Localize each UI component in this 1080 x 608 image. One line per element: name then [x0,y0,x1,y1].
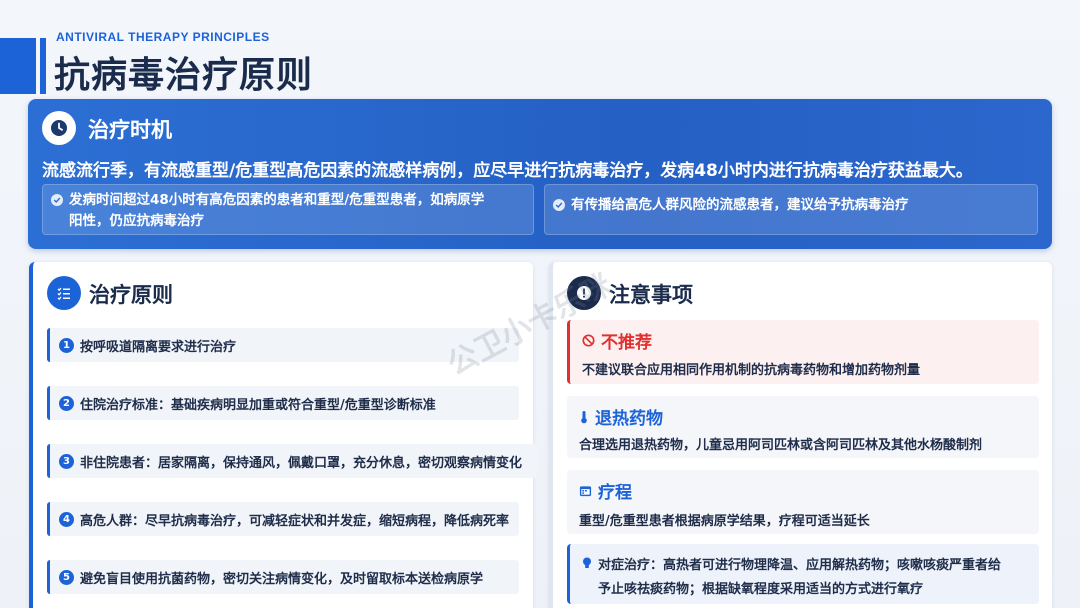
principle-text: 避免盲目使用抗菌药物，密切关注病情变化，及时留取标本送检病原学 [80,571,484,587]
principle-item-1: 1 按呼吸道隔离要求进行治疗 [47,328,519,362]
clock-icon [42,111,76,145]
item-number: 5 [59,569,74,585]
principle-text: 住院治疗标准：基础疾病明显加重或符合重型/危重型诊断标准 [80,397,436,413]
item-number: 4 [59,511,74,527]
principle-text: 非住院患者：居家隔离，保持通风，佩戴口罩，充分休息，密切观察病情变化 [80,455,523,471]
timing-main-text: 流感流行季，有流感重型/危重型高危因素的流感样病例，应尽早进行抗病毒治疗，发病4… [42,161,973,181]
note-text: 不建议联合应用相同作用机制的抗病毒药物和增加药物剂量 [582,363,921,378]
note-not-recommended: 不推荐 不建议联合应用相同作用机制的抗病毒药物和增加药物剂量 [567,320,1039,384]
principle-item-5: 5 避免盲目使用抗菌药物，密切关注病情变化，及时留取标本送检病原学 [47,560,519,594]
page-subtitle: ANTIVIRAL THERAPY PRINCIPLES [56,30,270,44]
note-text: 合理选用退热药物，儿童忌用阿司匹林或含阿司匹林及其他水杨酸制剂 [579,438,983,453]
check-icon [51,194,63,206]
timing-title: 治疗时机 [88,118,172,142]
note-text-line: 高热者可进行物理降温、应用解热药物；咳嗽咳痰严重者给 [663,558,1002,573]
thermometer-icon [579,410,589,424]
timing-card-line: 有传播给高危人群风险的流感患者，建议给予抗病毒治疗 [571,197,909,213]
note-text: 重型/危重型患者根据病原学结果，疗程可适当延长 [579,514,870,529]
note-title-text: 疗程 [598,483,632,503]
notes-panel: 注意事项 不推荐 不建议联合应用相同作用机制的抗病毒药物和增加药物剂量 退热药物… [549,262,1052,608]
note-title-text: 不推荐 [601,333,652,353]
note-text: 对症治疗：高热者可进行物理降温、应用解热药物；咳嗽咳痰严重者给 [598,554,1001,573]
note-title-row: 疗程 [579,478,632,503]
note-course: 疗程 重型/危重型患者根据病原学结果，疗程可适当延长 [567,470,1039,534]
note-label: 对症治疗： [598,558,664,573]
alert-icon [567,276,601,310]
page-title: 抗病毒治疗原则 [54,55,314,96]
principle-text: 按呼吸道隔离要求进行治疗 [80,339,237,355]
principles-panel: 治疗原则 1 按呼吸道隔离要求进行治疗 2 住院治疗标准：基础疾病明显加重或符合重型… [29,262,537,608]
checklist-icon [47,276,81,310]
principle-text: 高危人群：尽早抗病毒治疗，可减轻症状和并发症，缩短病程，降低病死率 [80,513,510,529]
note-antipyretic: 退热药物 合理选用退热药物，儿童忌用阿司匹林或含阿司匹林及其他水杨酸制剂 [567,396,1039,458]
note-title-row: 不推荐 [582,328,652,353]
notes-title: 注意事项 [609,283,693,307]
note-title-text: 退热药物 [595,409,663,429]
item-number: 2 [59,395,74,411]
note-symptomatic: 对症治疗：高热者可进行物理降温、应用解热药物；咳嗽咳痰严重者给 予止咳祛痰药物；… [567,544,1039,604]
lightbulb-icon [582,557,592,570]
principle-item-3: 3 非住院患者：居家隔离，保持通风，佩戴口罩，充分休息，密切观察病情变化 [47,444,537,478]
ban-icon [582,334,595,347]
check-icon [553,199,565,211]
note-text-line: 予止咳祛痰药物；根据缺氧程度采用适当的方式进行氧疗 [598,582,924,597]
timing-panel: 治疗时机 流感流行季，有流感重型/危重型高危因素的流感样病例，应尽早进行抗病毒治… [28,99,1052,249]
timing-card-line: 发病时间超过48小时有高危因素的患者和重型/危重型患者，如病原学 [69,192,485,208]
principle-item-4: 4 高危人群：尽早抗病毒治疗，可减轻症状和并发症，缩短病程，降低病死率 [47,502,519,536]
header-accent-bar [40,38,46,94]
principle-item-2: 2 住院治疗标准：基础疾病明显加重或符合重型/危重型诊断标准 [47,386,519,420]
timing-card-late-onset: 发病时间超过48小时有高危因素的患者和重型/危重型患者，如病原学 阳性，仍应抗病… [42,184,534,235]
timing-card-transmission: 有传播给高危人群风险的流感患者，建议给予抗病毒治疗 [544,184,1038,235]
calendar-icon [579,484,592,497]
header-accent-block [0,38,36,94]
timing-card-line: 阳性，仍应抗病毒治疗 [69,213,204,229]
note-title-row: 退热药物 [579,404,663,429]
item-number: 1 [59,337,74,353]
item-number: 3 [59,453,74,469]
principles-title: 治疗原则 [89,283,173,307]
